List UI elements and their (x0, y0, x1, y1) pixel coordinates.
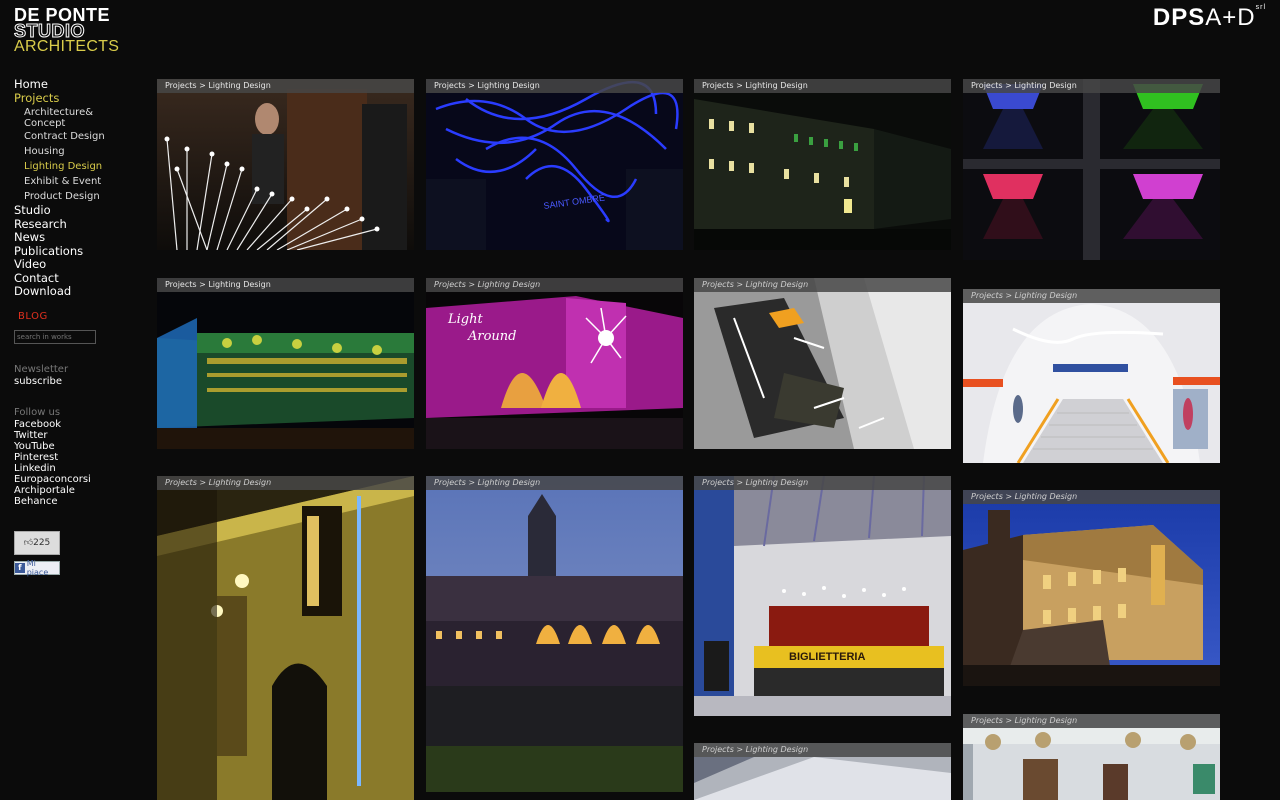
project-image: Light Around (426, 278, 683, 449)
project-tile[interactable]: Light Around Projects > Lighting Design (426, 278, 683, 449)
main-nav: Home Projects Architecture& Concept Cont… (14, 77, 134, 299)
project-tile[interactable]: Projects > Lighting Design (963, 289, 1220, 463)
project-tile[interactable]: Projects > Lighting Design (694, 79, 951, 250)
facebook-like-button[interactable]: f Mi piace (14, 558, 60, 577)
sidebar: Home Projects Architecture& Concept Cont… (14, 77, 134, 577)
dpsad-logo[interactable]: DPSA+Dsrl (1153, 4, 1266, 32)
follow-label: Follow us (14, 406, 61, 418)
project-image (426, 476, 683, 792)
brand-sup: srl (1255, 4, 1266, 11)
project-image (157, 278, 414, 449)
tile-breadcrumb: Projects > Lighting Design (157, 278, 414, 292)
project-tile[interactable]: Projects > Lighting Design (694, 743, 951, 800)
archiportale-link[interactable]: Archiportale (14, 485, 134, 496)
project-tile[interactable]: Projects > Lighting Design (963, 490, 1220, 686)
search-input[interactable] (14, 329, 96, 344)
tile-breadcrumb: Projects > Lighting Design (157, 79, 414, 93)
tile-breadcrumb: Projects > Lighting Design (157, 476, 414, 490)
project-image (963, 289, 1220, 463)
youtube-link[interactable]: YouTube (14, 441, 134, 452)
project-image (157, 79, 414, 250)
tile-breadcrumb: Projects > Lighting Design (963, 490, 1220, 504)
nav-sub-architecture[interactable]: Architecture& Concept (24, 105, 134, 129)
facebook-icon: f (15, 562, 25, 573)
project-tile[interactable]: BIGLIETTERIA Projects > Lighting Design (694, 476, 951, 716)
thumbs-up-icon: 👍︎ (23, 537, 34, 548)
project-image (963, 490, 1220, 686)
like-count-box[interactable]: 👍︎ 225 (14, 530, 60, 555)
facebook-like-label: Mi piace (26, 558, 49, 577)
tile-breadcrumb: Projects > Lighting Design (694, 278, 951, 292)
logo-line3: ARCHITECTS (14, 38, 120, 55)
nav-sub-exhibit[interactable]: Exhibit & Event (24, 174, 134, 189)
project-tile[interactable]: Projects > Lighting Design (157, 79, 414, 250)
nav-news[interactable]: News (14, 230, 134, 245)
newsletter-subscribe-link[interactable]: subscribe (14, 376, 134, 387)
blog-link[interactable]: BLOG (18, 311, 134, 322)
project-image (963, 79, 1220, 260)
behance-link[interactable]: Behance (14, 496, 134, 507)
tile-breadcrumb: Projects > Lighting Design (426, 79, 683, 93)
nav-publications[interactable]: Publications (14, 244, 134, 259)
pinterest-link[interactable]: Pinterest (14, 452, 134, 463)
tile-breadcrumb: Projects > Lighting Design (963, 79, 1220, 93)
nav-sub-lighting[interactable]: Lighting Design (24, 159, 134, 174)
nav-studio[interactable]: Studio (14, 203, 134, 218)
nav-sub-housing[interactable]: Housing (24, 144, 134, 159)
project-tile[interactable]: Projects > Lighting Design (963, 714, 1220, 800)
nav-home[interactable]: Home (14, 77, 134, 92)
project-tile[interactable]: Projects > Lighting Design (157, 476, 414, 800)
like-count: 225 (33, 537, 51, 548)
brand-thin: A+D (1205, 4, 1256, 31)
linkedin-link[interactable]: Linkedin (14, 463, 134, 474)
tile-breadcrumb: Projects > Lighting Design (426, 278, 683, 292)
project-image (157, 476, 414, 800)
projects-submenu: Architecture& Concept Contract Design Ho… (14, 105, 134, 204)
tile-breadcrumb: Projects > Lighting Design (694, 476, 951, 490)
project-tile[interactable]: Projects > Lighting Design (157, 278, 414, 449)
tile-breadcrumb: Projects > Lighting Design (426, 476, 683, 490)
twitter-link[interactable]: Twitter (14, 430, 134, 441)
project-tile[interactable]: SAINT OMBRE Projects > Lighting Design (426, 79, 683, 250)
tile-breadcrumb: Projects > Lighting Design (694, 743, 951, 757)
social-links: Facebook Twitter YouTube Pinterest Linke… (14, 419, 134, 507)
project-tile[interactable]: Projects > Lighting Design (426, 476, 683, 792)
nav-projects[interactable]: Projects (14, 91, 134, 106)
tile-breadcrumb: Projects > Lighting Design (963, 289, 1220, 303)
facebook-link[interactable]: Facebook (14, 419, 134, 430)
tile-breadcrumb: Projects > Lighting Design (694, 79, 951, 93)
project-image (694, 278, 951, 449)
nav-sub-contract[interactable]: Contract Design (24, 129, 134, 144)
nav-contact[interactable]: Contact (14, 271, 134, 286)
project-image: SAINT OMBRE (426, 79, 683, 250)
project-tile[interactable]: Projects > Lighting Design (963, 79, 1220, 260)
tile-breadcrumb: Projects > Lighting Design (963, 714, 1220, 728)
studio-logo[interactable]: DE PONTE STUDIO ARCHITECTS (14, 6, 134, 55)
project-tile[interactable]: Projects > Lighting Design (694, 278, 951, 449)
project-image (694, 79, 951, 250)
nav-download[interactable]: Download (14, 284, 134, 299)
europaconcorsi-link[interactable]: Europaconcorsi (14, 474, 134, 485)
nav-research[interactable]: Research (14, 217, 134, 232)
nav-sub-product[interactable]: Product Design (24, 189, 134, 204)
svg-text:BIGLIETTERIA: BIGLIETTERIA (789, 651, 865, 663)
nav-video[interactable]: Video (14, 257, 134, 272)
brand-bold: DPS (1152, 4, 1206, 31)
svg-text:Light: Light (447, 312, 483, 327)
newsletter-label: Newsletter (14, 363, 69, 375)
project-image: BIGLIETTERIA (694, 476, 951, 716)
svg-text:Around: Around (467, 329, 517, 344)
